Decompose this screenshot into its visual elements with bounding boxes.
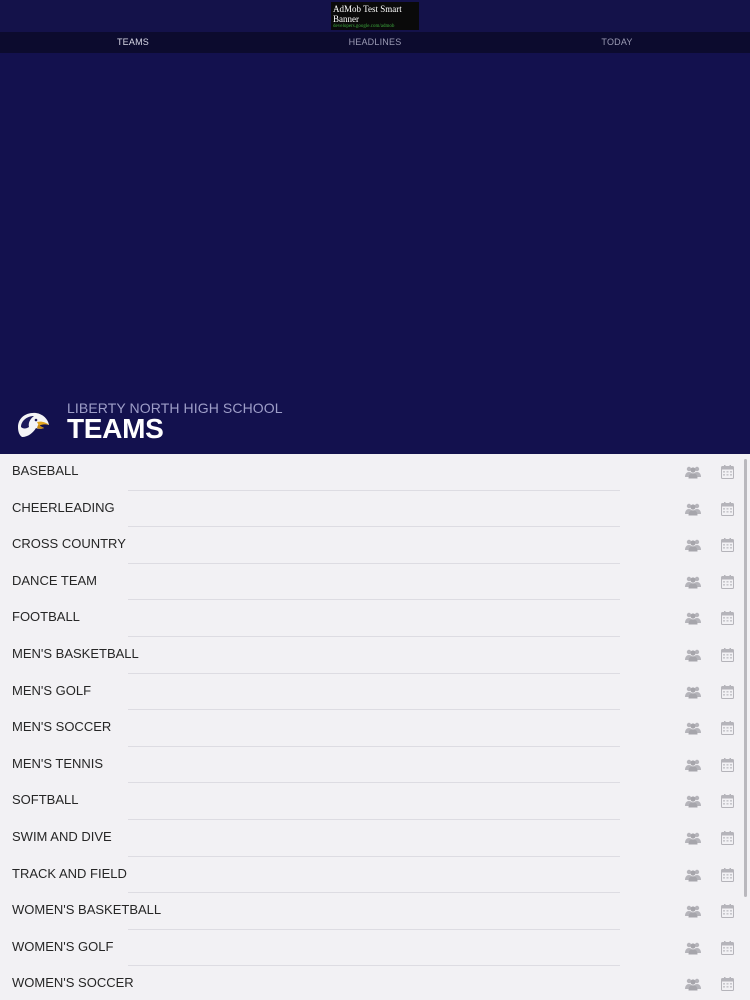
team-name: WOMEN'S GOLF [12,938,114,954]
team-roster-icon[interactable] [685,831,701,845]
calendar-icon[interactable] [721,684,734,699]
team-name: FOOTBALL [12,609,80,625]
team-name: DANCE TEAM [12,572,97,588]
team-name: MEN'S TENNIS [12,755,104,771]
ad-banner-bar: AdMob Test Smart Banner developers.googl… [0,0,750,32]
calendar-icon[interactable] [721,830,734,845]
calendar-icon[interactable] [721,574,734,589]
team-roster-icon[interactable] [685,502,701,516]
team-roster-icon[interactable] [685,611,701,625]
team-row[interactable]: MEN'S TENNIS [0,747,750,784]
scrollbar[interactable] [744,459,747,897]
team-row[interactable]: WOMEN'S BASKETBALL [0,893,750,930]
team-row[interactable]: MEN'S GOLF [0,674,750,711]
team-name: CHEERLEADING [12,499,115,515]
calendar-icon[interactable] [721,757,734,772]
team-roster-icon[interactable] [685,575,701,589]
calendar-icon[interactable] [721,867,734,882]
calendar-icon[interactable] [721,538,734,553]
calendar-icon[interactable] [721,465,734,479]
team-name: WOMEN'S SOCCER [12,975,134,991]
team-row[interactable]: SOFTBALL [0,783,750,820]
team-roster-icon[interactable] [685,721,701,735]
team-row[interactable]: CROSS COUNTRY [0,527,750,564]
team-roster-icon[interactable] [685,868,701,882]
team-roster-icon[interactable] [685,538,701,552]
ad-url[interactable]: developers.google.com/admob [333,24,417,30]
team-row[interactable]: WOMEN'S GOLF [0,930,750,967]
team-list[interactable]: BASEBALL CHEERLEADING CROSS COUNTRY DANCE T… [0,454,750,1000]
tab-bar: TEAMS HEADLINES TODAY [0,32,750,53]
team-name: BASEBALL [12,463,79,478]
calendar-icon[interactable] [721,721,734,736]
team-name: MEN'S GOLF [12,682,92,698]
team-row[interactable]: FOOTBALL [0,600,750,637]
team-row[interactable]: WOMEN'S SOCCER [0,966,750,1000]
team-row[interactable]: SWIM AND DIVE [0,820,750,857]
team-name: MEN'S SOCCER [12,719,112,735]
team-row[interactable]: TRACK AND FIELD [0,857,750,894]
tab-headlines[interactable]: HEADLINES [325,32,425,53]
team-name: SOFTBALL [12,792,79,808]
header-banner [0,53,750,454]
eagle-logo-icon [18,412,49,437]
tab-teams[interactable]: TEAMS [83,32,183,53]
team-name: MEN'S BASKETBALL [12,645,139,661]
team-roster-icon[interactable] [685,685,701,699]
team-roster-icon[interactable] [685,941,701,955]
team-roster-icon[interactable] [685,648,701,662]
team-row[interactable]: DANCE TEAM [0,564,750,601]
team-row[interactable]: CHEERLEADING [0,491,750,528]
ad-title: AdMob Test Smart Banner [333,4,402,24]
team-row[interactable]: MEN'S SOCCER [0,710,750,747]
calendar-icon[interactable] [721,904,734,919]
team-name: SWIM AND DIVE [12,828,112,844]
calendar-icon[interactable] [721,647,734,662]
team-name: CROSS COUNTRY [12,536,126,552]
calendar-icon[interactable] [721,977,734,992]
team-roster-icon[interactable] [685,465,701,479]
calendar-icon[interactable] [721,611,734,626]
team-name: WOMEN'S BASKETBALL [12,902,162,918]
page-title: TEAMS [67,413,164,444]
calendar-icon[interactable] [721,940,734,955]
team-name: TRACK AND FIELD [12,865,127,881]
team-roster-icon[interactable] [685,977,701,991]
tab-today[interactable]: TODAY [567,32,667,53]
team-roster-icon[interactable] [685,758,701,772]
team-roster-icon[interactable] [685,904,701,918]
calendar-icon[interactable] [721,501,734,516]
team-row[interactable]: BASEBALL [0,454,750,491]
team-row[interactable]: MEN'S BASKETBALL [0,637,750,674]
team-roster-icon[interactable] [685,794,701,808]
admob-banner[interactable]: AdMob Test Smart Banner developers.googl… [331,2,419,30]
calendar-icon[interactable] [721,794,734,809]
